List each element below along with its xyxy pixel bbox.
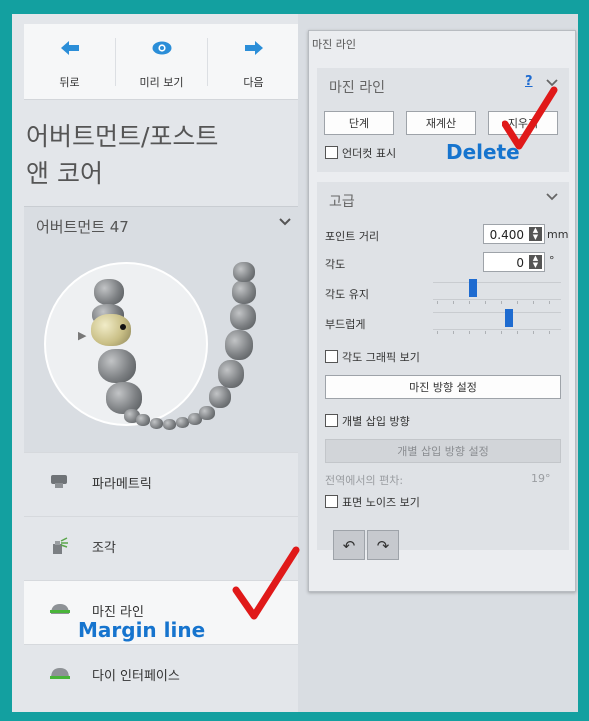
tooth[interactable] [233, 262, 255, 282]
point-distance-value: 0.400 [489, 228, 524, 242]
individual-insertion-label: 개별 삽입 방향 [342, 415, 410, 428]
tooth[interactable] [136, 414, 150, 426]
preview-button[interactable]: 미리 보기 [116, 24, 207, 99]
smooth-label: 부드럽게 [325, 318, 366, 331]
selected-tooth[interactable] [91, 314, 131, 346]
tooth[interactable] [150, 418, 163, 429]
keep-angle-slider[interactable] [433, 279, 561, 304]
tooth[interactable] [98, 349, 136, 383]
angle-input[interactable]: 0 ▲ ▼ [483, 252, 545, 272]
section-header: 마진 라인 [329, 80, 385, 96]
global-deviation-value: 19° [531, 472, 551, 485]
angle-value: 0 [516, 256, 524, 270]
slider-knob[interactable] [469, 279, 477, 297]
undercut-label: 언더컷 표시 [342, 147, 397, 160]
page-title-line: 어버트먼트/포스트 [26, 122, 219, 151]
tooth[interactable] [209, 386, 231, 408]
step-parametric[interactable]: 파라메트릭 [24, 452, 298, 518]
undo-button[interactable]: ↶ [333, 530, 365, 560]
angle-graphic-label: 각도 그래픽 보기 [342, 351, 420, 364]
tooth[interactable] [163, 419, 176, 430]
arrow-left-icon [24, 40, 115, 60]
advanced-section: 고급 포인트 거리 0.400 ▲ ▼ mm 각도 0 ▲ ▼ ° 각도 유지 부드… [317, 182, 569, 550]
undo-icon: ↶ [342, 537, 356, 555]
margin-line-icon [49, 601, 70, 617]
point-distance-label: 포인트 거리 [325, 230, 380, 243]
selection-marker [120, 324, 126, 330]
preview-label: 미리 보기 [139, 76, 184, 89]
angle-graphic-checkbox[interactable] [325, 350, 338, 363]
recalculate-button[interactable]: 재계산 [406, 111, 476, 135]
step-label: 조각 [92, 541, 116, 556]
angle-label: 각도 [325, 258, 346, 271]
back-label: 뒤로 [59, 76, 80, 89]
chevron-down-icon [279, 215, 291, 230]
individual-insertion-checkbox[interactable] [325, 414, 338, 427]
app-window: 뒤로 미리 보기 다음 어버트먼트/포스트 앤 코어 어버트먼트 47 ▶ 파라… [12, 14, 578, 712]
redo-icon: ↷ [376, 537, 390, 555]
global-deviation-label: 전역에서의 편차: [325, 474, 404, 487]
page-title-line: 앤 코어 [26, 159, 103, 188]
parametric-icon [49, 473, 69, 489]
margin-line-annotation: Margin line [78, 618, 206, 642]
abutment-selector[interactable]: 어버트먼트 47 [24, 206, 298, 245]
tooth[interactable] [199, 406, 215, 420]
smooth-slider[interactable] [433, 309, 561, 334]
section-header: 고급 [329, 194, 355, 210]
dialog-caption: 마진 라인 [312, 38, 356, 51]
keep-angle-label: 각도 유지 [325, 288, 369, 301]
next-label: 다음 [243, 76, 264, 89]
tooth[interactable] [225, 330, 253, 360]
outer-frame: 뒤로 미리 보기 다음 어버트먼트/포스트 앤 코어 어버트먼트 47 ▶ 파라… [0, 0, 589, 721]
chevron-down-icon[interactable] [546, 190, 558, 204]
tooth[interactable] [230, 304, 256, 330]
abutment-label: 어버트먼트 47 [36, 218, 129, 236]
step-label: 파라메트릭 [92, 477, 152, 492]
slider-ticks [437, 331, 557, 334]
set-margin-direction-button[interactable]: 마진 방향 설정 [325, 375, 561, 399]
die-interface-icon [49, 665, 70, 681]
step-button[interactable]: 단계 [324, 111, 394, 135]
point-distance-input[interactable]: 0.400 ▲ ▼ [483, 224, 545, 244]
redo-button[interactable]: ↷ [367, 530, 399, 560]
back-button[interactable]: 뒤로 [24, 24, 115, 99]
page-title: 어버트먼트/포스트 앤 코어 [26, 118, 294, 192]
play-icon: ▶ [78, 329, 87, 342]
tooth[interactable] [94, 279, 124, 305]
slider-ticks [437, 301, 557, 304]
slider-knob[interactable] [505, 309, 513, 327]
tooth[interactable] [218, 360, 244, 388]
nav-bar: 뒤로 미리 보기 다음 [24, 24, 298, 100]
checkmark-icon [232, 546, 300, 620]
spinner-icon[interactable]: ▲ ▼ [529, 227, 542, 241]
step-label: 다이 인터페이스 [92, 669, 180, 684]
sculpt-icon [49, 537, 69, 554]
arrow-right-icon [208, 40, 299, 60]
unit-label: ° [549, 254, 555, 267]
set-individual-direction-button[interactable]: 개별 삽입 방향 설정 [325, 439, 561, 463]
surface-noise-label: 표면 노이즈 보기 [342, 496, 420, 509]
next-button[interactable]: 다음 [208, 24, 299, 99]
checkmark-icon [502, 86, 558, 150]
step-die-interface[interactable]: 다이 인터페이스 [24, 644, 298, 709]
unit-label: mm [547, 228, 569, 241]
eye-icon [116, 40, 207, 60]
surface-noise-checkbox[interactable] [325, 495, 338, 508]
spinner-icon[interactable]: ▲ ▼ [529, 255, 542, 269]
undercut-checkbox[interactable] [325, 146, 338, 159]
tooth[interactable] [232, 280, 256, 304]
